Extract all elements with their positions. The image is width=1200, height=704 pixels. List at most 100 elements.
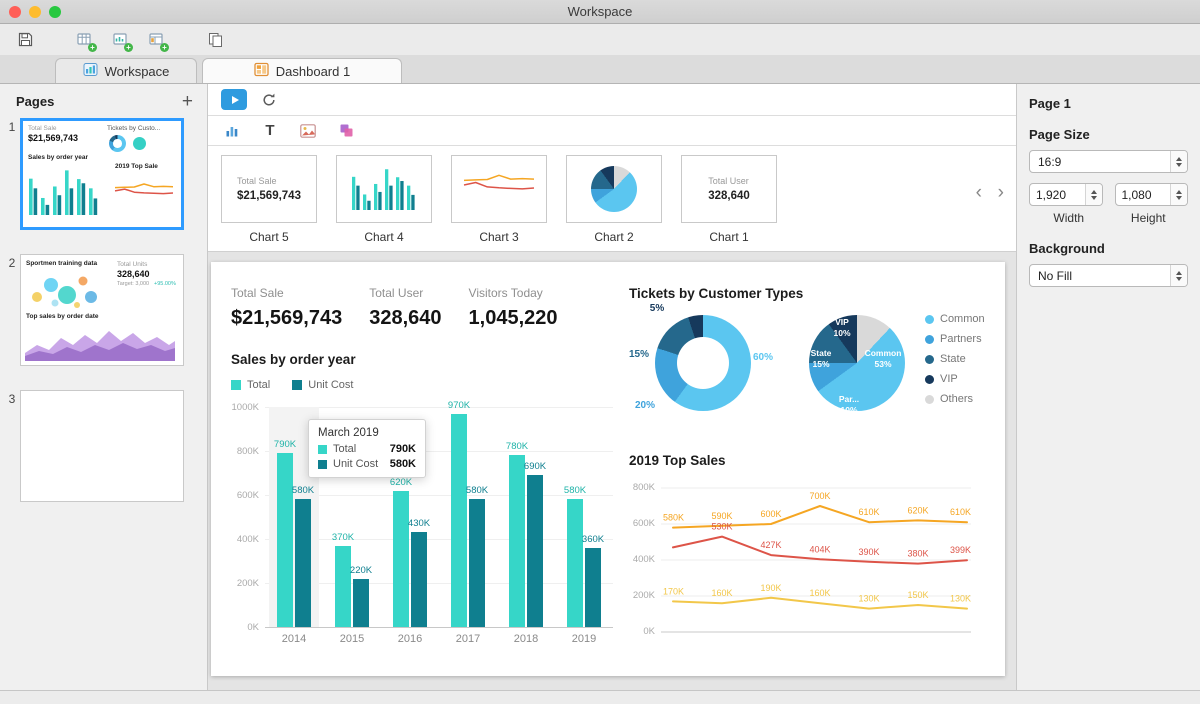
bar: [567, 499, 583, 627]
stepper-icon[interactable]: [1170, 265, 1187, 286]
thumb-line-title: 2019 Top Sale: [115, 163, 158, 171]
svg-text:160K: 160K: [711, 588, 732, 598]
top-sales-line-chart[interactable]: 800K600K400K200K0K580K590K600K700K610K62…: [629, 478, 990, 646]
minimize-window-button[interactable]: [29, 6, 41, 18]
svg-text:150K: 150K: [907, 590, 928, 600]
gallery-item-chart-3[interactable]: Chart 3: [451, 155, 547, 251]
pie-slice-name: VIP: [819, 317, 865, 328]
y-tick-label: 1000K: [231, 402, 259, 413]
tooltip-row: Unit Cost580K: [318, 458, 416, 470]
svg-text:590K: 590K: [711, 511, 732, 521]
tab-label: Dashboard 1: [276, 64, 350, 79]
window-bottom-edge: [0, 690, 1200, 704]
line-chart-title: 2019 Top Sales: [629, 453, 990, 468]
new-table-icon[interactable]: +: [71, 28, 98, 52]
bar-value-label: 580K: [556, 485, 594, 496]
page-size-label: Page Size: [1029, 127, 1188, 142]
gallery-thumb: Total Sale $21,569,743: [221, 155, 317, 223]
donut-hole: [113, 139, 122, 148]
pie-slice-pct: 53%: [860, 359, 906, 370]
svg-text:427K: 427K: [760, 540, 781, 550]
thumb-kpi-value: 328,640: [117, 269, 150, 280]
y-tick-label: 400K: [629, 554, 655, 565]
height-input[interactable]: [1116, 184, 1171, 205]
traffic-lights: [9, 6, 61, 18]
text-icon[interactable]: T: [259, 120, 281, 142]
bar: [393, 491, 409, 627]
chevron-right-icon[interactable]: ›: [998, 182, 1004, 204]
stepper-icon[interactable]: [1085, 184, 1102, 205]
legend-dot: [925, 375, 934, 384]
svg-text:130K: 130K: [858, 594, 879, 604]
tab-dashboard-1[interactable]: Dashboard 1: [202, 58, 402, 83]
gallery-item-label: Chart 1: [681, 230, 777, 244]
legend-swatch: [292, 380, 302, 390]
thumb-kpi-label: Total Sale: [28, 125, 57, 133]
page-thumbnail-1[interactable]: Total Sale $21,569,743 Tickets by Custo.…: [20, 118, 184, 230]
stepper-icon[interactable]: [1170, 184, 1187, 205]
save-icon[interactable]: [12, 28, 39, 52]
kpi-total-user[interactable]: Total User 328,640: [369, 286, 441, 330]
dashboard-icon: [254, 62, 269, 80]
main-toolbar: + + +: [0, 24, 1200, 55]
new-chart-icon[interactable]: +: [107, 28, 134, 52]
bar: [527, 475, 543, 627]
legend-item: Total: [231, 379, 270, 391]
add-page-button[interactable]: +: [182, 92, 193, 111]
width-input[interactable]: [1030, 184, 1085, 205]
tab-workspace[interactable]: Workspace: [55, 58, 197, 83]
kpi-total-sale[interactable]: Total Sale $21,569,743: [231, 286, 342, 330]
bar-value-label: 620K: [382, 477, 420, 488]
page-thumbnail-3[interactable]: [20, 390, 184, 502]
gallery-kpi-label: Total User: [708, 176, 750, 186]
gallery-thumb: [566, 155, 662, 223]
copy-icon[interactable]: [202, 28, 229, 52]
zoom-window-button[interactable]: [49, 6, 61, 18]
component-icon[interactable]: [335, 120, 357, 142]
gallery-item-chart-2[interactable]: Chart 2: [566, 155, 662, 251]
width-field[interactable]: [1029, 183, 1103, 206]
tooltip-row: Total790K: [318, 443, 416, 455]
dashboard-canvas: Total Sale $21,569,743 Total User 328,64…: [211, 262, 1005, 676]
bar-value-label: 970K: [440, 400, 478, 411]
x-tick-label: 2015: [327, 633, 377, 645]
image-icon[interactable]: [297, 120, 319, 142]
height-field[interactable]: [1115, 183, 1189, 206]
chart-icon[interactable]: [221, 120, 243, 142]
close-window-button[interactable]: [9, 6, 21, 18]
pie-slice-label: State15%: [798, 348, 844, 369]
svg-text:610K: 610K: [950, 507, 971, 517]
thumb-area-title: Top sales by order date: [26, 313, 98, 321]
page-thumbnail-2[interactable]: Sportmen training data Total Units 328,6…: [20, 254, 184, 366]
gallery-item-chart-4[interactable]: Chart 4: [336, 155, 432, 251]
page-size-select[interactable]: 16:9: [1029, 150, 1188, 173]
pages-list: 1 Total Sale $21,569,743 Tickets by Cust…: [0, 118, 207, 502]
gallery-item-chart-5[interactable]: Total Sale $21,569,743 Chart 5: [221, 155, 317, 251]
legend-label: Others: [940, 393, 973, 405]
gallery-thumb: [451, 155, 547, 223]
background-label: Background: [1029, 241, 1188, 256]
bar-value-label: 580K: [458, 485, 496, 496]
tab-label: Workspace: [105, 64, 170, 79]
gallery-thumb: [336, 155, 432, 223]
pie-slice-label: Common53%: [860, 348, 906, 369]
background-select[interactable]: No Fill: [1029, 264, 1188, 287]
page-number: 2: [4, 254, 20, 366]
new-dashboard-icon[interactable]: +: [143, 28, 170, 52]
bar-legend: TotalUnit Cost: [231, 379, 611, 391]
legend-dot: [925, 315, 934, 324]
svg-text:404K: 404K: [809, 544, 830, 554]
legend-swatch: [231, 380, 241, 390]
play-icon[interactable]: [221, 89, 247, 110]
chevron-left-icon[interactable]: ‹: [976, 182, 982, 204]
sales-bar-chart[interactable]: 790K580K2014370K220K2015620K430K2016970K…: [231, 401, 611, 653]
stepper-icon[interactable]: [1170, 151, 1187, 172]
refresh-icon[interactable]: [261, 92, 277, 108]
kpi-visitors-today[interactable]: Visitors Today 1,045,220: [469, 286, 558, 330]
thumb-kpi-target: Target: 3,000: [117, 281, 149, 288]
legend-label: Common: [940, 313, 985, 325]
kpi-value: 328,640: [369, 307, 441, 330]
donut-chart[interactable]: [655, 315, 751, 411]
chart-gallery: Total Sale $21,569,743 Chart 5 Chart 4 C…: [208, 146, 1016, 252]
gallery-item-chart-1[interactable]: Total User 328,640 Chart 1: [681, 155, 777, 251]
